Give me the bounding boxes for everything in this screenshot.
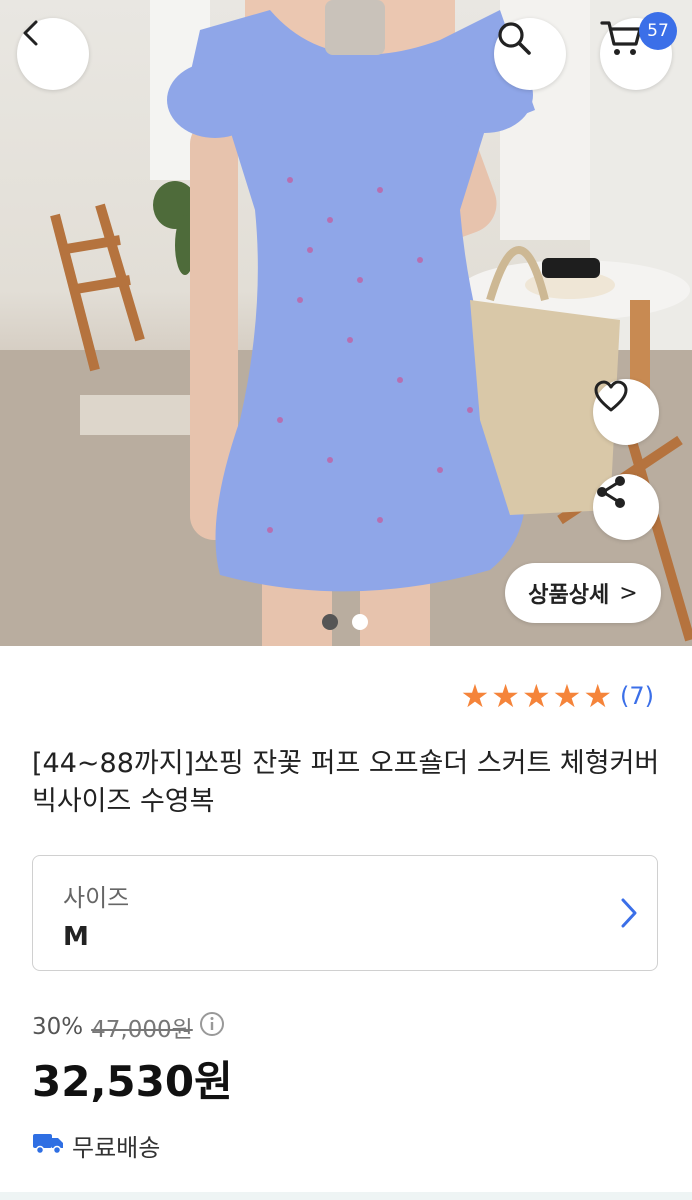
product-image-carousel[interactable]: 57 상품상세 > [0,0,692,646]
bottom-divider [0,1192,692,1200]
original-price: 47,000원 [91,1017,193,1043]
star-icon: ★ [583,677,612,715]
product-detail-button[interactable]: 상품상세 > [505,563,661,623]
cart-count-badge: 57 [639,12,677,50]
star-icon: ★ [491,677,520,715]
discount-info: 30% 47,000원 [32,1010,225,1044]
option-value: M [63,922,89,952]
sale-price: 32,530원 [32,1057,233,1106]
product-title: [44~88까지]쏘핑 잔꽃 퍼프 오프숄더 스커트 체형커버 빅사이즈 수영복 [32,748,660,817]
share-button[interactable] [593,474,659,540]
star-icon: ★ [552,677,582,715]
search-icon [498,22,531,55]
truck-icon [32,1131,64,1161]
carousel-pagination [322,614,368,630]
search-button[interactable] [494,18,566,90]
product-photo [0,0,692,646]
size-option-selector[interactable]: 사이즈 M [32,855,658,971]
info-icon[interactable] [199,1011,225,1043]
cart-icon [600,21,642,55]
pagination-dot[interactable] [352,614,368,630]
chevron-right-icon: > [619,580,638,606]
pagination-dot-active[interactable] [322,614,338,630]
product-detail-label: 상품상세 [528,583,610,608]
share-icon [597,476,625,508]
wishlist-button[interactable] [593,379,659,445]
star-icon: ★ [460,677,490,715]
option-label: 사이즈 [63,884,130,912]
star-icon: ★ [521,677,551,715]
heart-icon [594,380,628,412]
product-rating[interactable]: ★ ★ ★ ★ ★ (7) [461,680,654,712]
shipping-label: 무료배송 [72,1134,161,1162]
discount-rate: 30% [32,1014,84,1040]
shipping-info: 무료배송 [32,1128,160,1163]
chevron-right-icon [619,896,639,934]
review-count[interactable]: (7) [620,682,654,710]
back-arrow-icon [23,20,38,46]
back-button[interactable] [17,18,89,90]
